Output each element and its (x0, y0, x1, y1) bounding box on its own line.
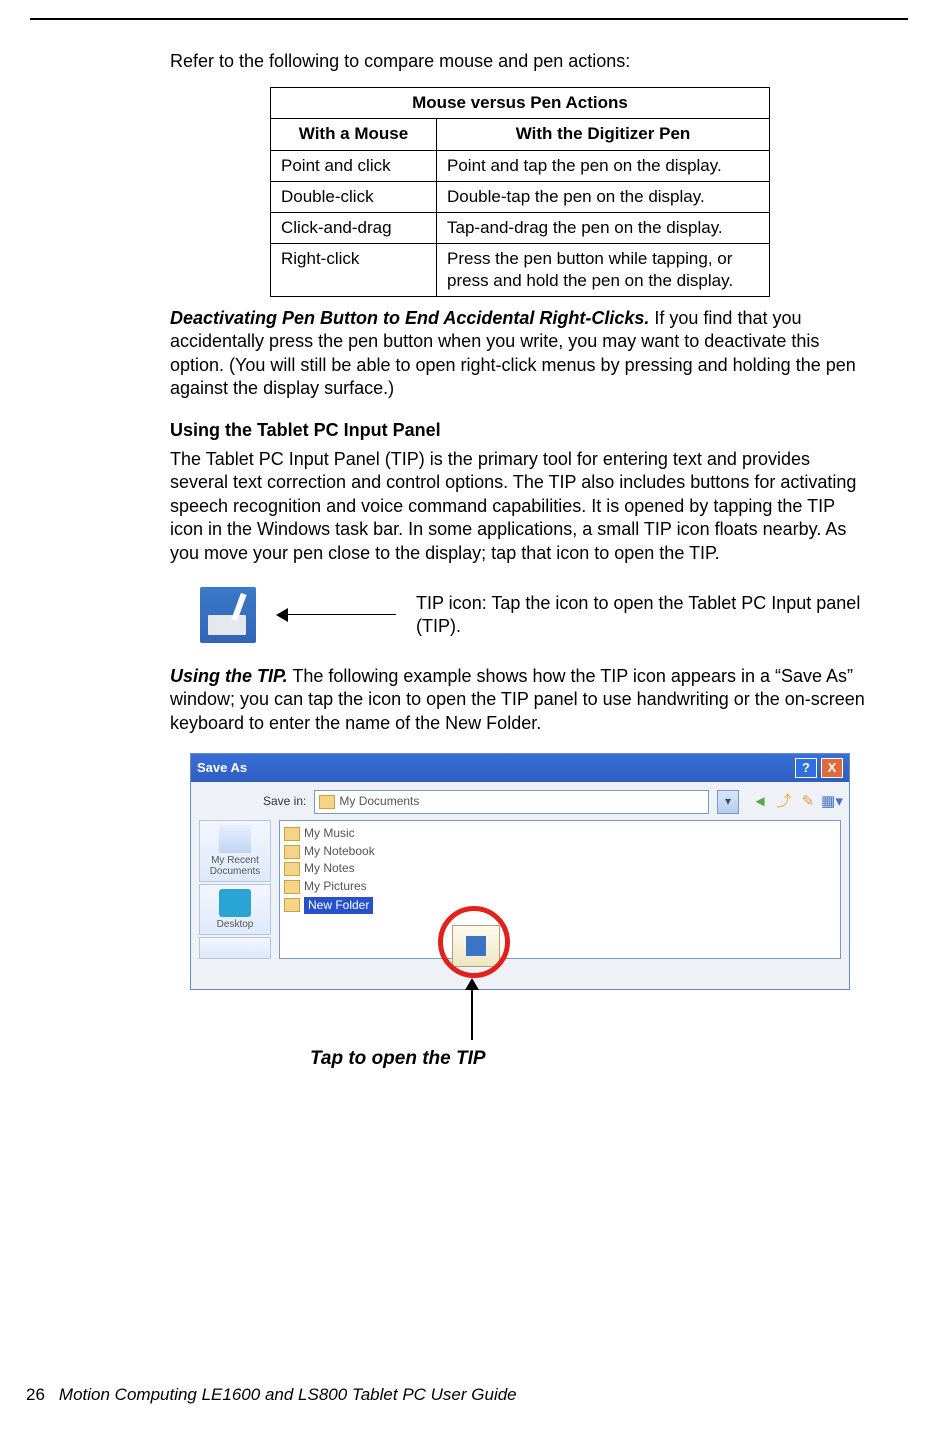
saveas-figure: Save As ? X Save in: My Documents ▾ (190, 753, 850, 990)
folder-icon (319, 795, 335, 809)
new-folder-icon[interactable]: ✎ (799, 793, 817, 811)
intro-text: Refer to the following to compare mouse … (170, 50, 870, 73)
savein-label: Save in: (263, 794, 306, 810)
book-title: Motion Computing LE1600 and LS800 Tablet… (59, 1385, 517, 1404)
file-name: My Music (304, 826, 355, 842)
table-row: Double-click Double-tap the pen on the d… (271, 181, 770, 212)
folder-icon (284, 862, 300, 876)
page-footer: 26 Motion Computing LE1600 and LS800 Tabl… (26, 1384, 517, 1406)
help-button[interactable]: ? (795, 758, 817, 778)
up-folder-icon[interactable]: ⤴ (775, 793, 793, 811)
tip-icon (200, 587, 256, 643)
cell-pen: Double-tap the pen on the display. (437, 181, 770, 212)
file-name: My Notes (304, 861, 355, 877)
titlebar-buttons: ? X (795, 758, 843, 778)
close-button[interactable]: X (821, 758, 843, 778)
page: Refer to the following to compare mouse … (0, 0, 938, 1440)
tip-subheading: Using the Tablet PC Input Panel (170, 419, 870, 442)
top-rule (30, 18, 908, 20)
place-desktop-label: Desktop (217, 919, 254, 930)
tip-icon-pad (208, 615, 246, 635)
saveas-titlebar: Save As ? X (191, 754, 849, 782)
file-list[interactable]: My Music My Notebook My Notes My Picture… (279, 820, 841, 959)
folder-icon (284, 827, 300, 841)
back-icon[interactable]: ◄ (751, 793, 769, 811)
savein-value: My Documents (339, 794, 419, 810)
list-item[interactable]: My Music (284, 825, 836, 843)
savein-row: Save in: My Documents ▾ ◄ ⤴ ✎ ▦▾ (199, 790, 841, 814)
views-icon[interactable]: ▦▾ (823, 793, 841, 811)
cell-pen: Point and tap the pen on the display. (437, 150, 770, 181)
table-row: Point and click Point and tap the pen on… (271, 150, 770, 181)
table-col2-header: With the Digitizer Pen (437, 119, 770, 150)
dropdown-arrow-icon[interactable]: ▾ (717, 790, 739, 814)
tip-icon-label: TIP icon: Tap the icon to open the Table… (416, 592, 870, 639)
list-item[interactable]: My Notebook (284, 843, 836, 861)
recent-docs-icon (219, 825, 251, 853)
cell-mouse: Double-click (271, 181, 437, 212)
place-desktop[interactable]: Desktop (199, 884, 271, 935)
mouse-pen-table: Mouse versus Pen Actions With a Mouse Wi… (270, 87, 770, 297)
file-name: My Pictures (304, 879, 367, 895)
desktop-icon (219, 889, 251, 917)
cell-mouse: Point and click (271, 150, 437, 181)
new-folder-selected[interactable]: New Folder (304, 897, 373, 915)
using-tip-lead: Using the TIP. (170, 666, 288, 686)
content-column: Refer to the following to compare mouse … (170, 50, 870, 990)
tip-paragraph: The Tablet PC Input Panel (TIP) is the p… (170, 448, 870, 565)
places-bar: My Recent Documents Desktop (199, 820, 271, 959)
place-recent[interactable]: My Recent Documents (199, 820, 271, 882)
folder-icon (284, 898, 300, 912)
cell-pen: Press the pen button while tapping, or p… (437, 243, 770, 296)
table-col1-header: With a Mouse (271, 119, 437, 150)
toolbar-icons: ◄ ⤴ ✎ ▦▾ (747, 793, 841, 811)
arrow-up-icon (471, 978, 473, 1040)
cell-pen: Tap-and-drag the pen on the display. (437, 212, 770, 243)
floating-tip-icon[interactable] (452, 925, 500, 967)
page-number: 26 (26, 1385, 45, 1404)
saveas-body: Save in: My Documents ▾ ◄ ⤴ ✎ ▦▾ (191, 782, 849, 989)
body-row: My Recent Documents Desktop My Music My … (199, 820, 841, 959)
place-partial (199, 937, 271, 959)
folder-icon (284, 845, 300, 859)
list-item[interactable]: New Folder (284, 896, 836, 916)
using-tip-paragraph: Using the TIP. The following example sho… (170, 665, 870, 735)
list-item[interactable]: My Notes (284, 860, 836, 878)
table-header-top: Mouse versus Pen Actions (271, 88, 770, 119)
table-row: Click-and-drag Tap-and-drag the pen on t… (271, 212, 770, 243)
place-recent-label: My Recent Documents (202, 855, 268, 877)
file-name: My Notebook (304, 844, 375, 860)
tip-icon-row: TIP icon: Tap the icon to open the Table… (200, 587, 870, 643)
folder-icon (284, 880, 300, 894)
list-item[interactable]: My Pictures (284, 878, 836, 896)
tap-caption: Tap to open the TIP (310, 1047, 486, 1072)
cell-mouse: Right-click (271, 243, 437, 296)
tip-mini-icon (466, 936, 486, 956)
deactivating-paragraph: Deactivating Pen Button to End Accidenta… (170, 307, 870, 401)
cell-mouse: Click-and-drag (271, 212, 437, 243)
savein-select[interactable]: My Documents (314, 790, 709, 814)
saveas-title-text: Save As (197, 760, 247, 777)
table-row: Right-click Press the pen button while t… (271, 243, 770, 296)
arrow-left-icon (276, 605, 396, 625)
deactivating-lead: Deactivating Pen Button to End Accidenta… (170, 308, 649, 328)
saveas-window: Save As ? X Save in: My Documents ▾ (190, 753, 850, 990)
